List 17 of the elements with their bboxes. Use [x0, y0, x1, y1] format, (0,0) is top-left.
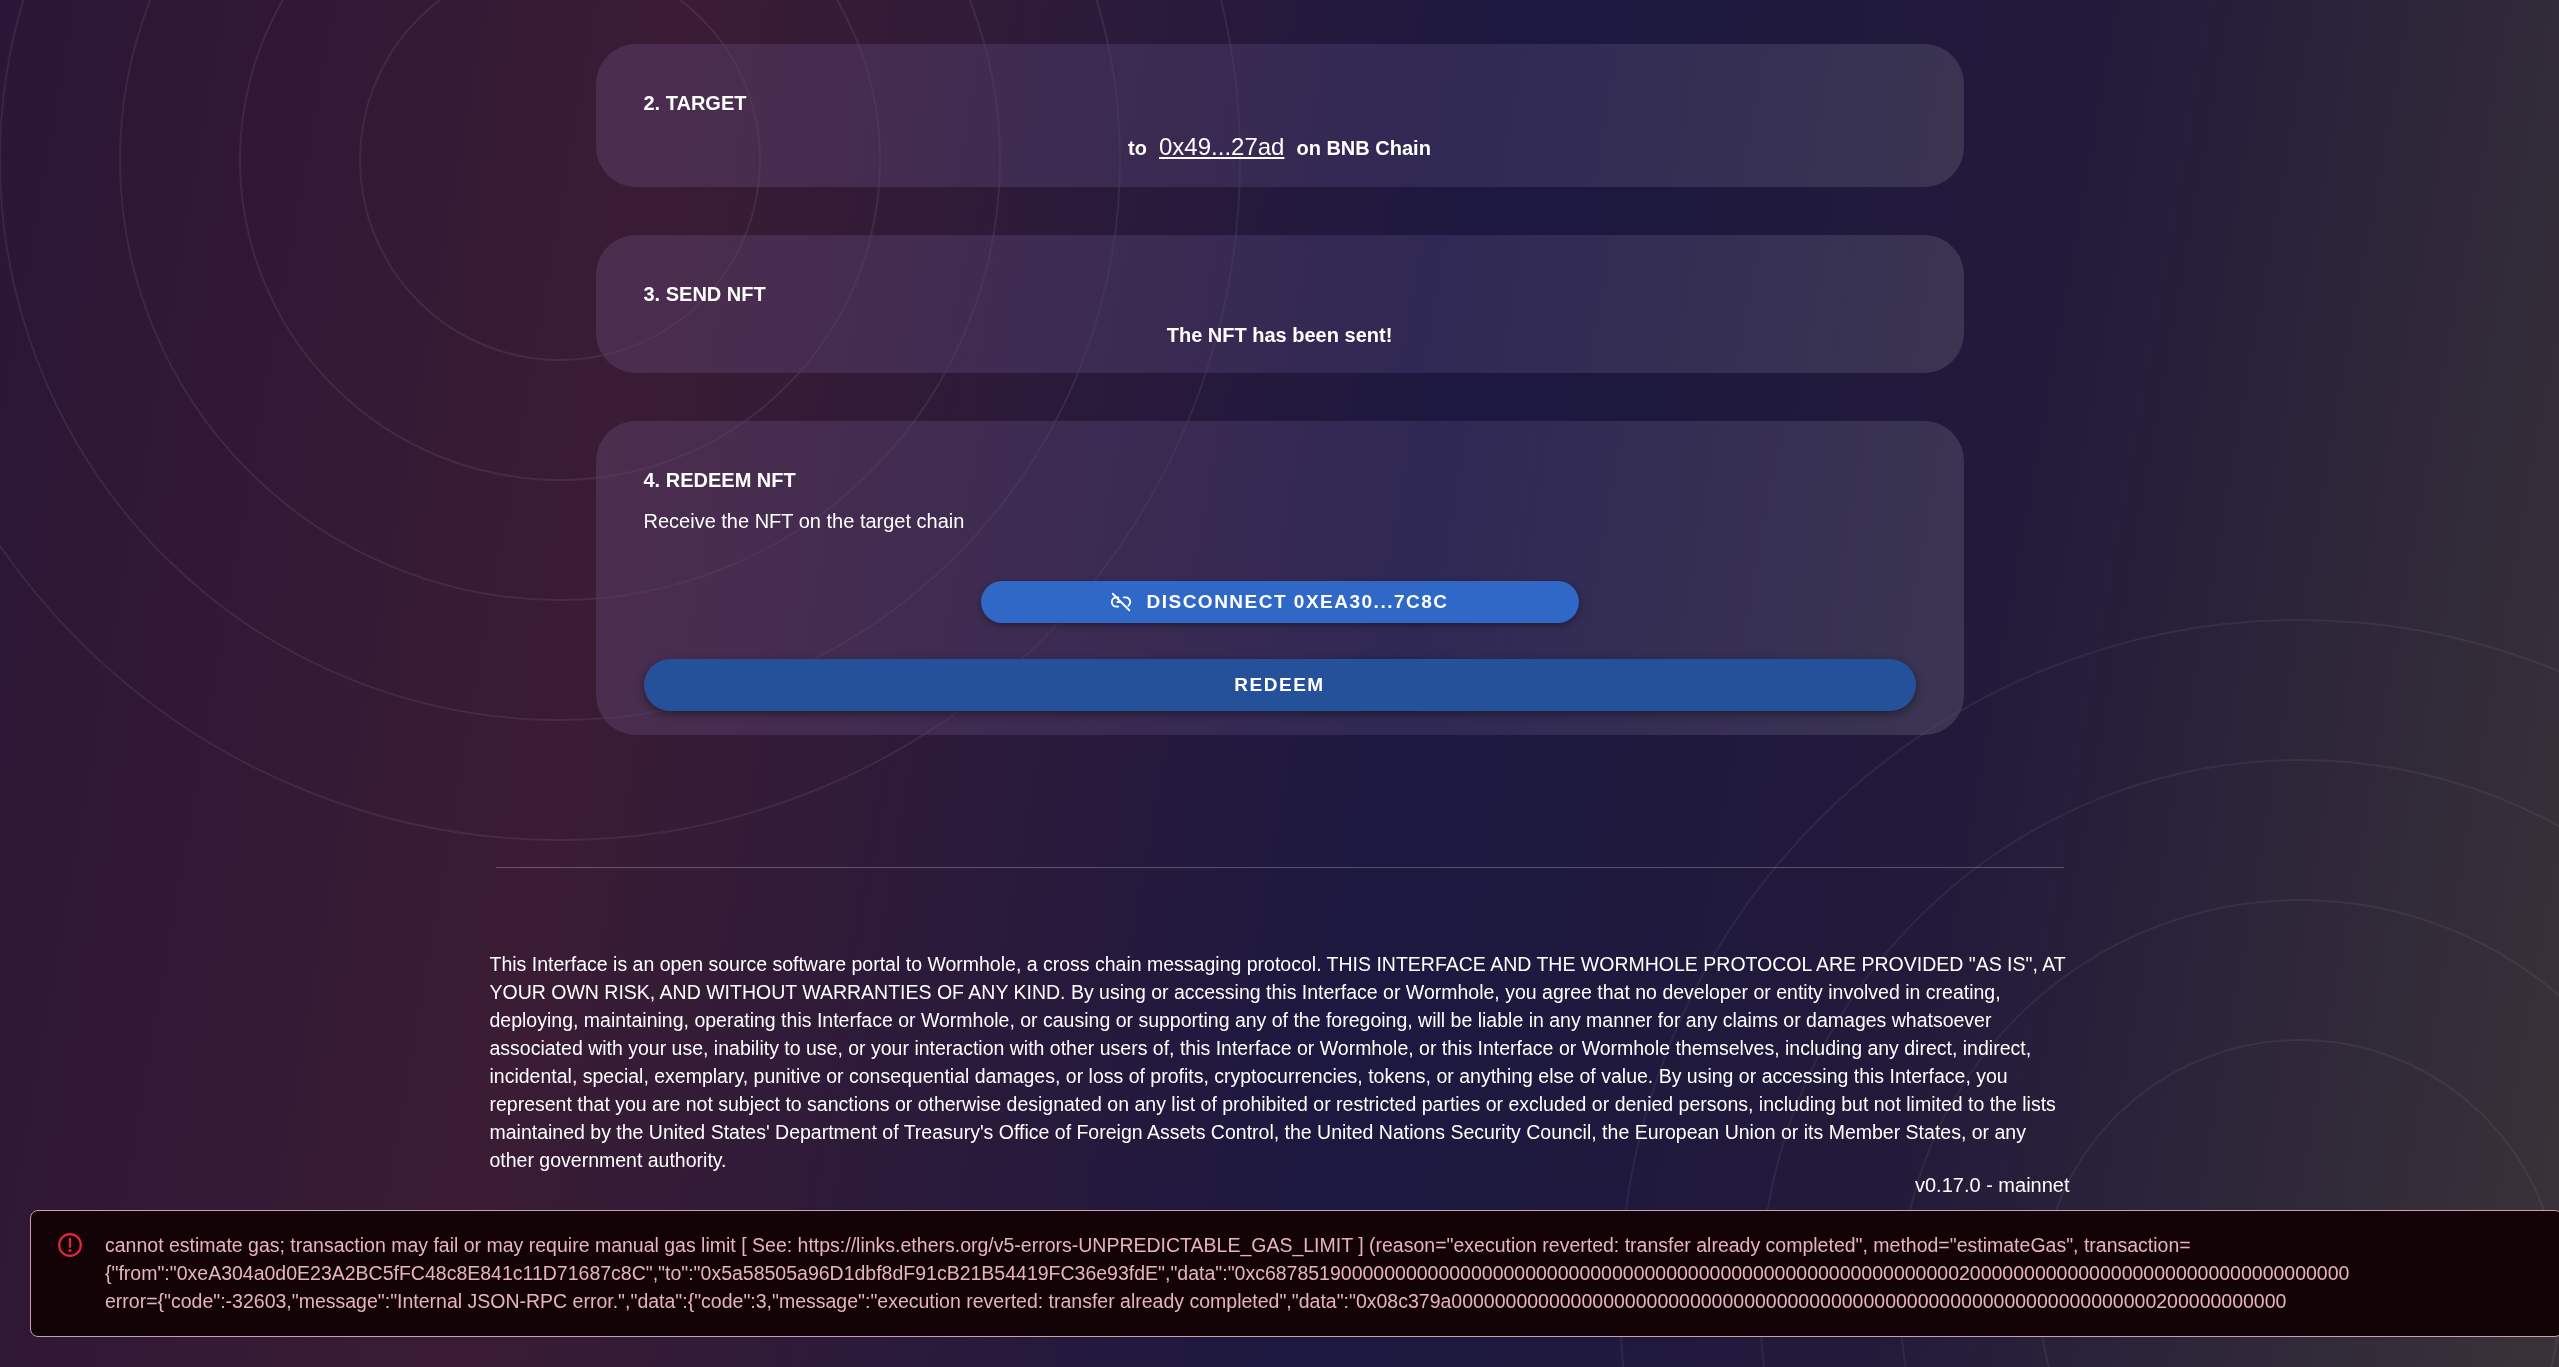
status-message: The NFT has been sent!	[1166, 324, 1393, 347]
step-title: 2. TARGET	[643, 92, 748, 115]
error-icon	[57, 1232, 83, 1258]
error-message: cannot estimate gas; transaction may fail or may require manual gas limit [ See: https://links.ethers.org/v5-errors-UNPREDICTABLE_GAS_LIMIT ] (reason="execution reverted: transfer already completed", method="estimateGas", transaction=	[105, 1233, 2192, 1259]
chain-label: on BNB Chain	[1296, 137, 1431, 160]
address-link[interactable]: 0x49...27ad	[1159, 133, 1285, 161]
target-label: to	[1128, 137, 1147, 160]
disclaimer-text: This Interface is an open source software portal to Wormhole, a cross chain messaging protocol. THIS INTERFACE AND THE WORMHOLE PROTOCOL ARE PROVIDED "AS IS", AT YOUR OWN RISK, AND WITHOUT WARRANTIES OF ANY KIND. By using or accessing this Interface or Wormhole, you agree that no developer or entity involved in creating, deploying, maintaining, operating this Interface or Wormhole, or causing or supporting any of the foregoing, will be liable in any manner for any claims or damages whatsoever associated with your use, inability to use, or your interaction with other users of, this Interface or Wormhole, or this Interface or Wormhole themselves, including any direct, indirect, incidental, special, exemplary, punitive or consequential damages, or loss of profits, cryptocurrencies, tokens, or anything else of value. By using or accessing this Interface, you represent that you are not subject to sanctions or otherwise designated on any list of prohibited or restricted parties or excluded or denied persons, including but not limited to the lists maintained by the United States' Department of Treasury's Office of Foreign Assets Control, the United Nations Security Council, the European Union or its Member States, or any other government authority.	[489, 952, 2067, 1173]
error-message: {"from":"0xeA304a0d0E23A2BC5fFC48c8E841c11D71687c8C","to":"0x5a58505a96D1dbf8dF91cB21B54419FC36e93fdE","data":"0xc6878519000000000000000000000000000000000000000000000000000000000200000000000000000000000000000000000	[105, 1261, 2350, 1286]
step-description: Receive the NFT on the target chain	[643, 510, 966, 533]
step-title: 3. SEND NFT	[643, 283, 767, 306]
version-label: v0.17.0 - mainnet	[1914, 1174, 2070, 1197]
unlink-icon	[1110, 591, 1133, 613]
step-title: 4. REDEEM NFT	[643, 469, 797, 492]
error-message: error={"code":-32603,"message":"Internal JSON-RPC error.","data":{"code":3,"message":"execution reverted: transfer already completed","data":"0x08c379a00000000000000000000000000000000000000000000000000000000000000000200000000000	[105, 1289, 2288, 1314]
redeem-button[interactable]: REDEEM	[643, 659, 1916, 711]
disconnect-button[interactable]: DISCONNECT 0XEA30...7C8C	[980, 581, 1579, 623]
